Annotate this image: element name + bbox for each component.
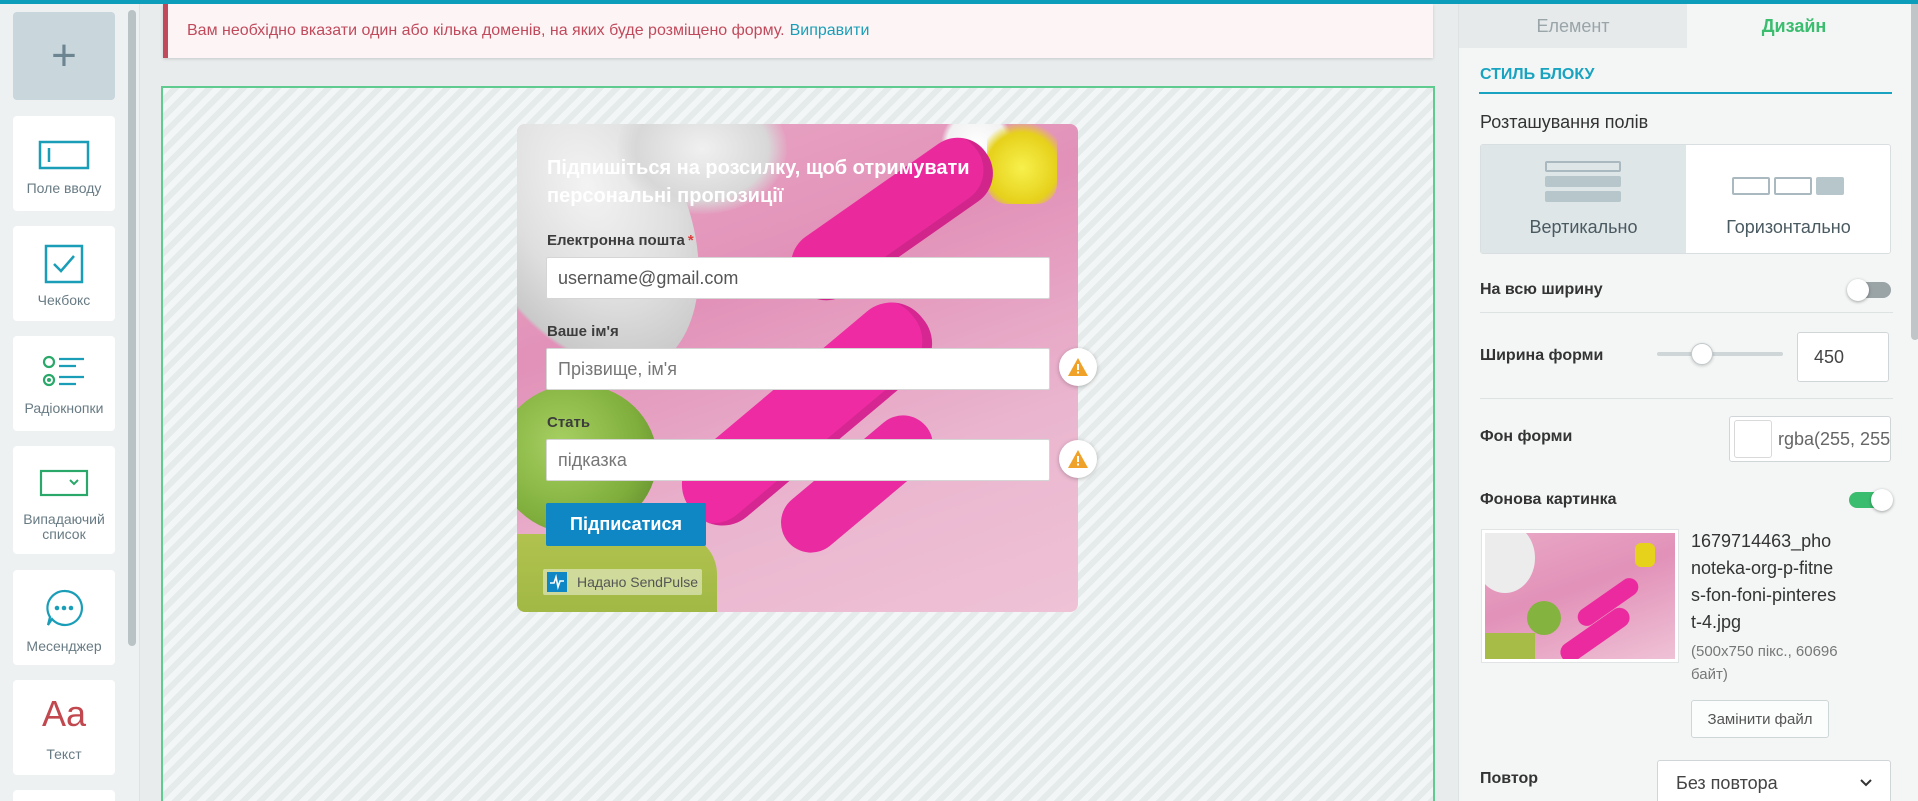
powered-by-badge[interactable]: Надано SendPulse — [543, 569, 702, 595]
full-width-toggle[interactable] — [1847, 279, 1891, 301]
tool-label: Радіокнопки — [24, 400, 104, 416]
slider-thumb[interactable] — [1691, 343, 1714, 365]
tool-label: Месенджер — [26, 638, 102, 654]
tool-checkbox[interactable]: Чекбокс — [13, 226, 115, 321]
field-label-gender[interactable]: Стать — [547, 414, 590, 431]
email-input[interactable]: username@gmail.com — [546, 257, 1050, 299]
horizontal-layout-icon — [1732, 177, 1770, 195]
replace-file-button[interactable]: Замінити файл — [1691, 700, 1829, 738]
chevron-down-icon — [1860, 779, 1872, 787]
panel-scrollbar[interactable] — [1911, 0, 1918, 340]
divider — [1480, 312, 1893, 313]
form-width-input[interactable]: 450 — [1797, 332, 1889, 382]
powered-by-text: Надано SendPulse — [577, 574, 698, 590]
layout-horizontal-option[interactable]: Горизонтально — [1686, 145, 1891, 253]
layout-option-label: Вертикально — [1529, 217, 1638, 237]
section-title: СТИЛЬ БЛОКУ — [1480, 66, 1595, 83]
background-image-thumbnail[interactable] — [1482, 530, 1678, 662]
form-title[interactable]: Підпишіться на розсилку, щоб отримувати … — [547, 154, 1047, 210]
required-mark: * — [687, 232, 694, 249]
alert-fix-link[interactable]: Виправити — [790, 22, 870, 40]
full-width-label: На всю ширину — [1480, 281, 1603, 298]
form-background-label: Фон форми — [1480, 428, 1573, 445]
horizontal-layout-icon — [1816, 177, 1844, 195]
vertical-layout-icon — [1545, 176, 1621, 187]
input-field-icon — [38, 140, 90, 170]
horizontal-layout-icon — [1774, 177, 1812, 195]
color-value: rgba(255, 255, 255, 0) — [1778, 428, 1891, 449]
checkbox-icon — [44, 244, 84, 284]
repeat-select[interactable]: Без повтора — [1657, 760, 1891, 801]
field-label-email[interactable]: Електронна пошта * — [547, 232, 694, 249]
repeat-label: Повтор — [1480, 770, 1539, 787]
color-swatch[interactable] — [1734, 420, 1772, 458]
toolbox-scrollbar[interactable] — [128, 10, 136, 646]
messenger-icon — [46, 589, 83, 627]
section-divider — [1479, 92, 1892, 94]
subscribe-button[interactable]: Підписатися — [546, 503, 706, 546]
field-label-text: Електронна пошта — [547, 232, 685, 249]
tab-design[interactable]: Дизайн — [1687, 4, 1901, 48]
tool-label: Випадаючий список — [23, 511, 105, 542]
tool-label: Чекбокс — [37, 292, 91, 308]
file-name: 1679714463_phonoteka-org-p-fitnes-fon-fo… — [1691, 531, 1837, 632]
vertical-layout-icon — [1545, 161, 1621, 172]
gender-input[interactable]: підказка — [546, 439, 1050, 481]
tool-dropdown[interactable]: Випадаючий список — [13, 446, 115, 554]
layout-vertical-option[interactable]: Вертикально — [1481, 145, 1686, 253]
radio-buttons-icon — [42, 355, 84, 387]
tab-element[interactable]: Елемент — [1459, 4, 1687, 48]
form-background-color-input[interactable]: rgba(255, 255, 255, 0) — [1729, 416, 1891, 462]
sendpulse-logo-icon — [547, 572, 567, 592]
field-label-name[interactable]: Ваше ім'я — [547, 323, 619, 340]
alert-message: Вам необхідно вказати один або кілька до… — [187, 22, 785, 39]
settings-panel: Елемент Дизайн СТИЛЬ БЛОКУ Розташування … — [1458, 0, 1918, 801]
tool-next[interactable] — [13, 790, 115, 801]
domain-alert: Вам необхідно вказати один або кілька до… — [163, 4, 1433, 58]
tool-text[interactable]: Aa Текст — [13, 680, 115, 775]
vertical-layout-icon — [1545, 191, 1621, 202]
tool-radio-buttons[interactable]: Радіокнопки — [13, 336, 115, 431]
top-accent-bar — [0, 0, 1918, 4]
warning-icon[interactable] — [1059, 440, 1097, 478]
dropdown-icon — [39, 469, 89, 497]
panel-tabs: Елемент Дизайн — [1459, 0, 1918, 48]
subscription-form[interactable]: Підпишіться на розсилку, щоб отримувати … — [517, 124, 1078, 612]
file-meta: (500x750 пікс., 60696 байт) — [1691, 643, 1838, 683]
name-input[interactable]: Прізвище, ім'я — [546, 348, 1050, 390]
add-element-button[interactable]: + — [13, 12, 115, 100]
tool-input-field[interactable]: Поле вводу — [13, 116, 115, 211]
divider — [1480, 398, 1893, 399]
tool-label: Текст — [46, 746, 82, 762]
layout-option-label: Горизонтально — [1726, 217, 1851, 237]
form-width-label: Ширина форми — [1480, 347, 1604, 364]
background-image-label: Фонова картинка — [1480, 491, 1617, 508]
background-image-toggle[interactable] — [1849, 489, 1893, 511]
field-layout-selector: Вертикально Горизонтально — [1480, 144, 1891, 254]
tool-messenger[interactable]: Месенджер — [13, 570, 115, 665]
repeat-select-value: Без повтора — [1676, 772, 1778, 793]
form-width-slider[interactable] — [1657, 343, 1783, 365]
warning-icon[interactable] — [1059, 348, 1097, 386]
text-icon: Aa — [41, 693, 87, 734]
tool-label: Поле вводу — [26, 180, 102, 196]
field-layout-label: Розташування полів — [1480, 112, 1649, 132]
element-toolbox: + Поле вводу Чекбокс Радіокнопки Випадаю… — [0, 0, 140, 801]
